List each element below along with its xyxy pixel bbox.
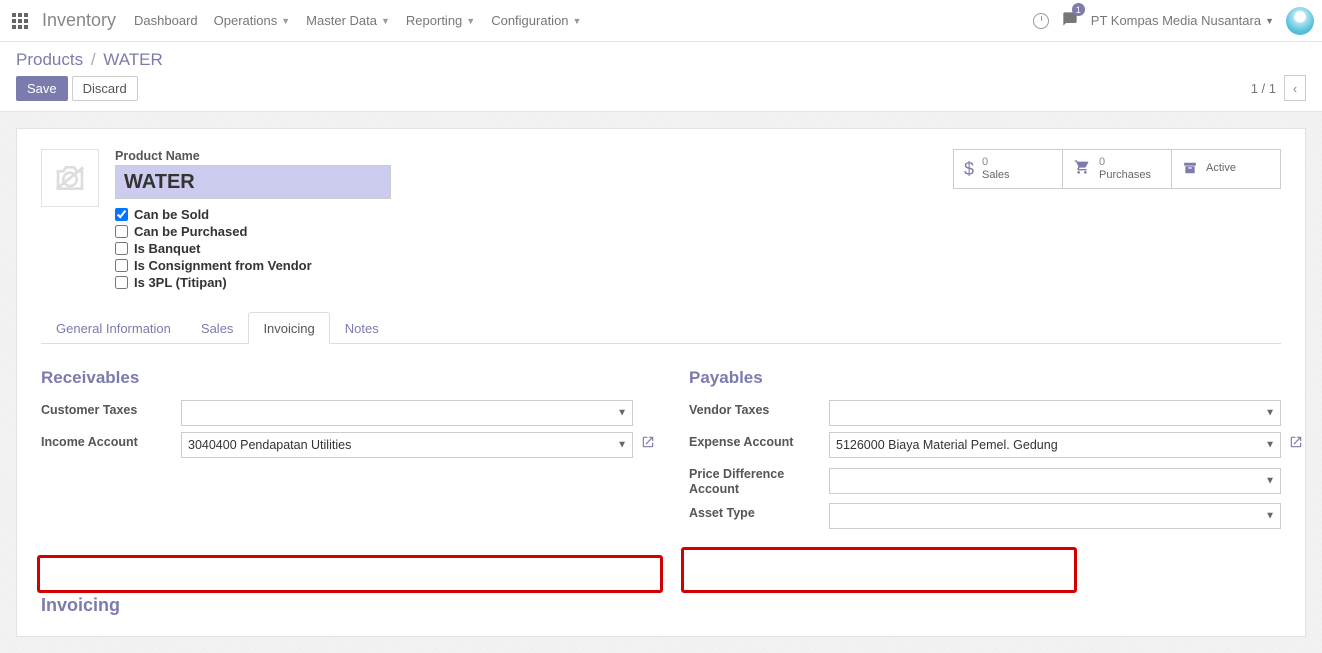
chevron-down-icon: ▼: [466, 16, 475, 26]
chevron-down-icon: ▼: [281, 16, 290, 26]
col-receivables: Receivables Customer Taxes ▼ Income Acco…: [41, 368, 633, 535]
section-invoicing-bottom: Invoicing: [41, 595, 1281, 616]
input-price-diff[interactable]: [829, 468, 1281, 494]
tab-general[interactable]: General Information: [41, 312, 186, 344]
checkbox-banquet[interactable]: [115, 242, 128, 255]
stat-buttons: $ 0Sales 0Purchases Active: [953, 149, 1281, 292]
apps-launcher-icon[interactable]: [12, 13, 28, 29]
stat-sales[interactable]: $ 0Sales: [953, 149, 1063, 189]
col-payables: Payables Vendor Taxes ▼ Expense Account …: [689, 368, 1281, 535]
checkbox-purchased[interactable]: [115, 225, 128, 238]
checkbox-3pl[interactable]: [115, 276, 128, 289]
nav-masterdata[interactable]: Master Data▼: [306, 13, 390, 28]
dollar-icon: $: [964, 159, 974, 180]
checkbox-sold[interactable]: [115, 208, 128, 221]
checkbox-consignment[interactable]: [115, 259, 128, 272]
archive-icon: [1182, 159, 1198, 180]
input-expense-account[interactable]: [829, 432, 1281, 458]
stat-purchases[interactable]: 0Purchases: [1062, 149, 1172, 189]
discard-button[interactable]: Discard: [72, 76, 138, 101]
product-name-input[interactable]: [115, 165, 391, 199]
nav-configuration[interactable]: Configuration▼: [491, 13, 581, 28]
label-income-account: Income Account: [41, 432, 181, 450]
external-link-icon[interactable]: [1289, 435, 1303, 452]
app-title: Inventory: [42, 10, 116, 31]
tab-invoicing[interactable]: Invoicing: [248, 312, 329, 344]
nav-reporting[interactable]: Reporting▼: [406, 13, 475, 28]
pager: 1 / 1 ‹: [1251, 75, 1306, 101]
tab-notes[interactable]: Notes: [330, 312, 394, 344]
external-link-icon[interactable]: [641, 435, 655, 452]
chevron-down-icon: ▼: [381, 16, 390, 26]
breadcrumb-root[interactable]: Products: [16, 50, 83, 69]
form-sheet: Product Name Can be Sold Can be Purchase…: [16, 128, 1306, 637]
breadcrumb: Products / WATER: [16, 50, 163, 70]
input-income-account[interactable]: [181, 432, 633, 458]
avatar[interactable]: [1286, 7, 1314, 35]
tab-sales[interactable]: Sales: [186, 312, 249, 344]
nav-menu: Dashboard Operations▼ Master Data▼ Repor…: [134, 13, 1033, 28]
section-receivables: Receivables: [41, 368, 633, 388]
nav-dashboard[interactable]: Dashboard: [134, 13, 198, 28]
schedule-icon[interactable]: [1033, 13, 1049, 29]
label-vendor-taxes: Vendor Taxes: [689, 400, 829, 418]
messages-icon[interactable]: 1: [1061, 11, 1079, 30]
msg-badge: 1: [1072, 3, 1085, 16]
input-customer-taxes[interactable]: [181, 400, 633, 426]
product-name-label: Product Name: [115, 149, 391, 163]
chevron-down-icon: ▼: [573, 16, 582, 26]
company-selector[interactable]: PT Kompas Media Nusantara▼: [1091, 13, 1274, 28]
stat-active[interactable]: Active: [1171, 149, 1281, 189]
cart-icon: [1073, 159, 1091, 180]
highlight-income-account: [37, 555, 663, 593]
subheader: Products / WATER Save Discard 1 / 1 ‹: [0, 42, 1322, 112]
pager-pos: 1 / 1: [1251, 81, 1276, 96]
section-payables: Payables: [689, 368, 1281, 388]
input-asset-type[interactable]: [829, 503, 1281, 529]
label-asset-type: Asset Type: [689, 503, 829, 521]
nav-operations[interactable]: Operations▼: [214, 13, 291, 28]
label-customer-taxes: Customer Taxes: [41, 400, 181, 418]
label-price-diff: Price Difference Account: [689, 464, 829, 497]
breadcrumb-current: WATER: [103, 50, 163, 69]
save-button[interactable]: Save: [16, 76, 68, 101]
topbar: Inventory Dashboard Operations▼ Master D…: [0, 0, 1322, 42]
tabs: General Information Sales Invoicing Note…: [41, 312, 1281, 344]
label-expense-account: Expense Account: [689, 432, 829, 450]
pager-prev[interactable]: ‹: [1284, 75, 1306, 101]
product-image[interactable]: [41, 149, 99, 207]
highlight-expense-account: [681, 547, 1077, 593]
input-vendor-taxes[interactable]: [829, 400, 1281, 426]
